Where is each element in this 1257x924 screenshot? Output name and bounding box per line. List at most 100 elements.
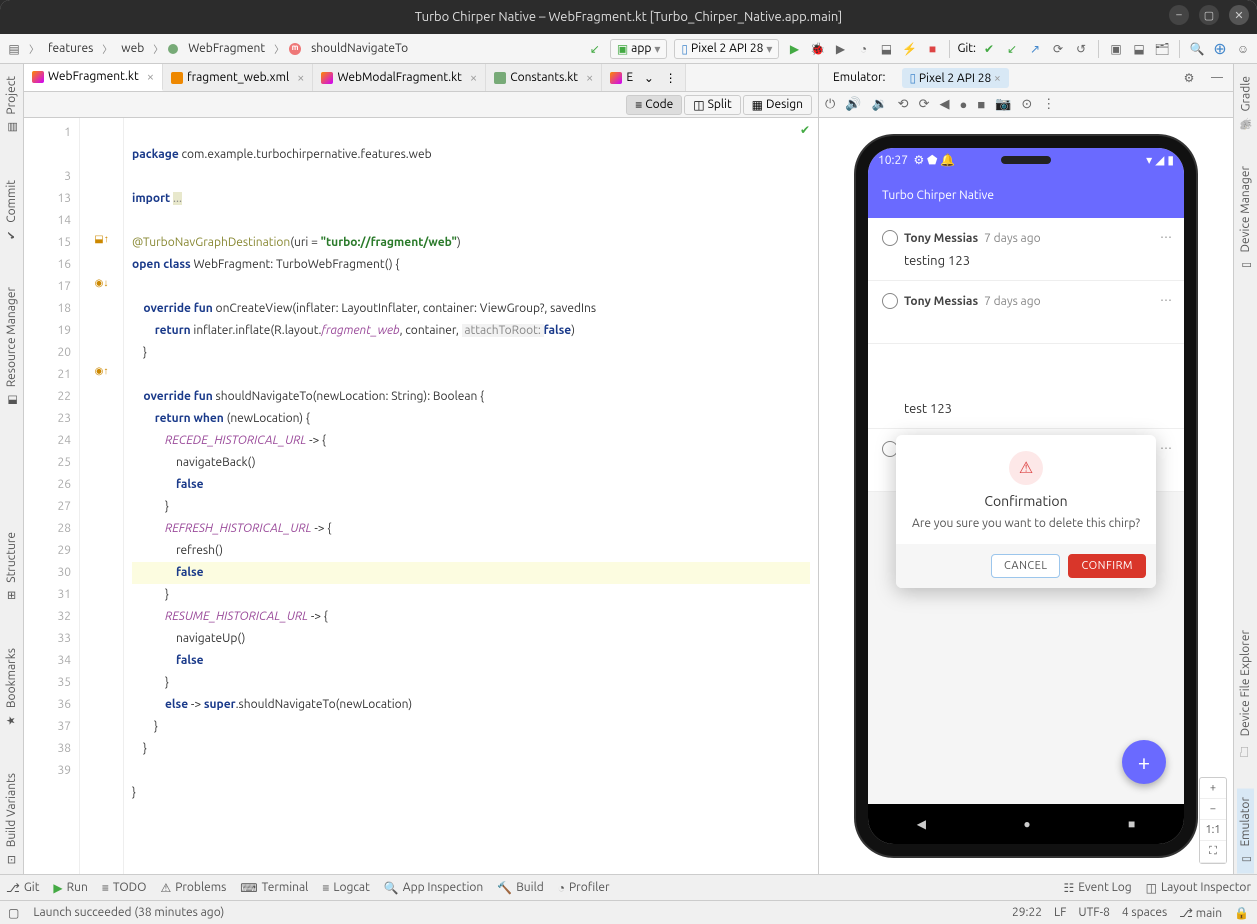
record-icon[interactable]: ⊙ [1021,97,1032,112]
close-icon[interactable]: × [994,72,1001,85]
view-design-button[interactable]: ▦Design [743,95,812,115]
breadcrumb-item[interactable]: web [117,40,148,57]
bottom-git[interactable]: ⎇Git [6,881,39,895]
rotate-left-icon[interactable]: ⟲ [898,97,909,112]
git-history-icon[interactable]: ⟳ [1051,42,1065,56]
status-indent[interactable]: 4 spaces [1122,906,1167,920]
sdk-icon[interactable]: ⬓ [1132,42,1146,56]
git-push-icon[interactable]: ↗ [1028,42,1042,56]
right-rail-device-manager[interactable]: ▯Device Manager [1237,158,1254,279]
bottom-app-inspection[interactable]: 🔍App Inspection [384,881,483,895]
device-dropdown[interactable]: ▯ Pixel 2 API 28 ▾ [674,39,779,59]
zoom-out-button[interactable]: − [1200,799,1226,820]
rotate-right-icon[interactable]: ⟳ [919,97,930,112]
bottom-problems[interactable]: ⚠Problems [160,881,226,895]
run-icon[interactable]: ▶ [787,42,801,56]
apply-changes-icon[interactable]: ⚡ [902,42,916,56]
right-rail-device-file-explorer[interactable]: 🗀Device File Explorer [1237,622,1254,769]
phone-screen[interactable]: 10:27 ⚙ ⬟ 🔔 ▾◢▮ Turbo Chirper Native Ton… [868,148,1184,844]
annotation-icon[interactable]: ⬓↑ [94,233,108,244]
git-update-icon[interactable]: ✔ [982,42,996,56]
code-editor[interactable]: 1 31314151617181920212223242526272829303… [24,118,818,874]
overview-icon[interactable]: ■ [977,97,985,112]
screenshot-icon[interactable]: 📷 [995,97,1011,112]
gear-icon[interactable]: ⚙ [1182,71,1196,85]
breadcrumb-item[interactable]: features [44,40,97,57]
overview-icon[interactable]: ■ [1128,817,1135,831]
maximize-button[interactable]: ▢ [1199,5,1219,25]
view-split-button[interactable]: ◫Split [684,95,740,115]
home-icon[interactable]: ● [959,97,967,112]
assist-icon[interactable]: ⊕ [1213,42,1227,56]
bottom-event-log[interactable]: ☷Event Log [1064,881,1132,895]
override-icon[interactable]: ◉↓ [95,277,109,288]
status-branch[interactable]: ⎇ main [1179,906,1222,920]
close-icon[interactable]: × [297,71,304,85]
right-rail-emulator[interactable]: ▯Emulator [1237,789,1254,874]
bottom-logcat[interactable]: ≡Logcat [322,881,369,895]
emulator-device-tab[interactable]: ▯ Pixel 2 API 28 × [902,68,1009,88]
left-rail-commit[interactable]: ✔Commit [3,172,20,250]
volume-down-icon[interactable]: 🔉 [871,97,887,112]
status-hide-icon[interactable]: ▢ [8,906,19,920]
bottom-layout-inspector[interactable]: ◫Layout Inspector [1146,881,1251,895]
more-icon[interactable]: ⋮ [665,71,677,85]
status-encoding[interactable]: UTF-8 [1078,906,1109,920]
left-rail-structure[interactable]: ⊞Structure [3,524,20,610]
close-icon[interactable]: × [586,71,593,85]
tab-overflow[interactable]: E ⌄ ⋮ [602,64,685,91]
close-icon[interactable]: × [147,70,154,84]
debug-icon[interactable]: 🐞 [810,42,824,56]
breadcrumb-item[interactable]: WebFragment [184,40,269,57]
right-rail-gradle[interactable]: 🐘Gradle [1237,68,1255,138]
account-icon[interactable]: ☺ [1236,42,1250,56]
override-icon[interactable]: ◉↑ [95,365,109,376]
cancel-button[interactable]: CANCEL [991,554,1061,578]
resource-icon[interactable]: 🗂 [1155,42,1169,56]
avd-icon[interactable]: ▣ [1109,42,1123,56]
git-commit-icon[interactable]: ↙ [1005,42,1019,56]
hide-icon[interactable]: — [1210,71,1224,85]
bottom-run[interactable]: ▶Run [53,881,87,895]
left-rail-resource-manager[interactable]: ◧Resource Manager [3,279,20,414]
status-line-separator[interactable]: LF [1054,906,1066,920]
left-rail-build-variants[interactable]: ⊡Build Variants [3,765,20,874]
left-rail-bookmarks[interactable]: ★Bookmarks [3,640,20,735]
home-icon[interactable]: ● [1023,817,1030,831]
power-icon[interactable]: ⏻ [825,97,835,112]
profile-icon[interactable]: ◔ [856,42,870,56]
tab-fragment-web-xml[interactable]: fragment_web.xml× [163,64,313,91]
project-dropdown-icon[interactable]: ▤ [7,42,21,56]
minimize-button[interactable]: – [1169,5,1189,25]
stop-icon[interactable]: ■ [925,42,939,56]
zoom-fit-button[interactable]: ⛶ [1200,841,1226,863]
bottom-terminal[interactable]: ⌨Terminal [240,881,308,895]
more-icon[interactable]: ⋮ [1042,97,1055,112]
status-cursor-position[interactable]: 29:22 [1012,906,1042,920]
chevron-down-icon[interactable]: ⌄ [644,71,654,85]
volume-up-icon[interactable]: 🔊 [845,97,861,112]
search-icon[interactable]: 🔍 [1190,42,1204,56]
tab-webfragment[interactable]: WebFragment.kt× [24,64,163,91]
attach-debugger-icon[interactable]: ⬓ [879,42,893,56]
confirm-button[interactable]: CONFIRM [1068,554,1146,578]
close-button[interactable]: ✕ [1229,5,1249,25]
code-content[interactable]: ✔package com.example.turbochirpernative.… [124,118,818,874]
run-config-dropdown[interactable]: ▣ app ▾ [610,39,668,59]
sync-icon[interactable]: ↙ [588,42,602,56]
back-icon[interactable]: ◀ [939,97,949,112]
tab-webmodalfragment[interactable]: WebModalFragment.kt× [313,64,486,91]
status-lock-icon[interactable]: 🔒 [1234,906,1249,920]
analysis-ok-icon[interactable]: ✔ [800,120,810,142]
coverage-icon[interactable]: ▶ [833,42,847,56]
view-code-button[interactable]: ≡Code [626,95,682,115]
bottom-profiler[interactable]: ◔Profiler [558,881,610,895]
bottom-build[interactable]: 🔨Build [497,881,544,895]
left-rail-project[interactable]: ▤Project [3,68,20,142]
zoom-reset-button[interactable]: 1:1 [1200,820,1226,841]
back-icon[interactable]: ◀ [917,817,926,831]
breadcrumb-item[interactable]: shouldNavigateTo [307,40,412,57]
bottom-todo[interactable]: ≡TODO [102,881,147,895]
close-icon[interactable]: × [470,71,477,85]
git-revert-icon[interactable]: ↺ [1074,42,1088,56]
